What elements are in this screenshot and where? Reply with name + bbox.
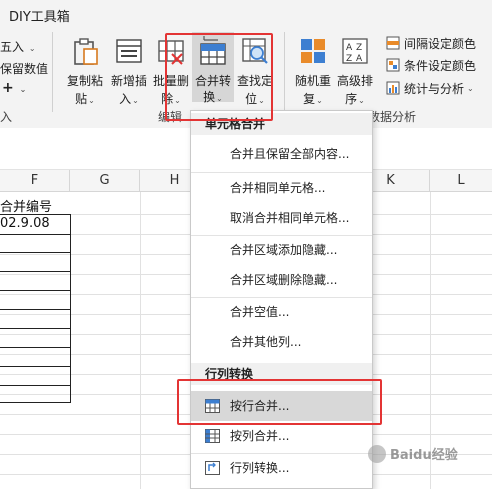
column-merge-icon [205, 429, 220, 443]
conditional-color-button[interactable]: 条件设定颜色 [386, 56, 476, 74]
column-header-f[interactable]: F [0, 170, 70, 192]
menu-item-merge-by-row[interactable]: 按行合并... [191, 391, 372, 421]
random-squares-icon [301, 39, 325, 63]
random-repeat-label-2: 复⌄ [303, 92, 323, 106]
delete-grid-icon [158, 40, 184, 65]
merge-cells-icon [200, 36, 226, 65]
plus-button[interactable]: + ⌄ [2, 80, 26, 96]
column-header-l[interactable]: L [430, 170, 492, 192]
batch-delete-button[interactable]: 批量删 除⌄ [150, 36, 192, 106]
menu-item-merge-add-hidden[interactable]: 合并区域添加隐藏... [191, 235, 372, 265]
add-insert-button[interactable]: 新增插 入⌄ [108, 36, 150, 106]
add-insert-label-2: 入⌄ [119, 92, 139, 106]
copy-paste-button[interactable]: 复制粘 贴⌄ [64, 36, 106, 106]
merge-convert-label-2: 换⌄ [203, 90, 223, 104]
random-repeat-button[interactable]: 随机重 复⌄ [292, 36, 334, 106]
ribbon: DIY工具箱 五入 ⌄ 保留数值 + ⌄ 入 复制粘 贴⌄ 新增插 入⌄ 批量删… [0, 0, 492, 128]
group-edit-label: 编辑 [158, 110, 183, 124]
ribbon-tab-title[interactable]: DIY工具箱 [9, 6, 70, 25]
menu-item-merge-by-column[interactable]: 按列合并... [191, 421, 372, 451]
svg-text:Z: Z [346, 54, 352, 64]
svg-text:A: A [356, 54, 363, 64]
interval-color-button[interactable]: 间隔设定颜色 [386, 34, 476, 52]
advanced-sort-label-2: 序⌄ [345, 92, 365, 106]
transpose-icon [205, 461, 220, 475]
interval-color-icon [386, 36, 400, 50]
merge-convert-label-1: 合并转 [194, 74, 231, 88]
row-merge-icon [205, 399, 220, 413]
sort-az-icon: A Z Z A [342, 38, 368, 64]
copy-paste-label-1: 复制粘 [66, 74, 103, 88]
section-row-col-convert: 行列转换 [191, 363, 372, 385]
cell-f-value[interactable]: 02.9.08 [0, 216, 50, 231]
watermark: Baidu经验 [368, 444, 458, 463]
stats-icon [386, 81, 400, 95]
clipboard-icon [74, 38, 98, 65]
menu-item-transpose[interactable]: 行列转换... [191, 453, 372, 483]
find-locate-button[interactable]: 查找定 位⌄ [234, 36, 276, 106]
menu-item-merge-empty[interactable]: 合并空值... [191, 297, 372, 327]
batch-delete-label-2: 除⌄ [161, 92, 181, 106]
menu-item-merge-same[interactable]: 合并相同单元格... [191, 173, 372, 203]
baidu-paw-icon [368, 444, 386, 463]
find-icon [242, 38, 268, 64]
insert-rows-icon [116, 39, 142, 63]
menu-item-merge-keep-all[interactable]: 合并且保留全部内容... [191, 139, 372, 169]
svg-text:A: A [346, 43, 353, 53]
group-separator [284, 32, 285, 112]
stats-analysis-button[interactable]: 统计与分析 ⌄ [386, 79, 474, 97]
copy-paste-label-2: 贴⌄ [75, 92, 95, 106]
round-button[interactable]: 五入 ⌄ [0, 38, 36, 55]
find-locate-label-2: 位⌄ [245, 92, 265, 106]
left-group-label: 入 [0, 110, 13, 124]
conditional-color-icon [386, 58, 400, 72]
merge-convert-dropdown: 单元格合并 合并且保留全部内容... 合并相同单元格... 取消合并相同单元格.… [190, 110, 373, 489]
f-table-border [0, 214, 71, 403]
random-repeat-label-1: 随机重 [294, 74, 331, 88]
merge-convert-button[interactable]: 合并转 换⌄ [192, 32, 234, 104]
menu-item-unmerge-same[interactable]: 取消合并相同单元格... [191, 203, 372, 233]
menu-item-merge-other-cols[interactable]: 合并其他列... [191, 327, 372, 357]
advanced-sort-button[interactable]: A Z Z A 高级排 序⌄ [334, 36, 376, 106]
keep-value-button[interactable]: 保留数值 [0, 60, 48, 77]
column-header-g[interactable]: G [70, 170, 140, 192]
advanced-sort-label-1: 高级排 [336, 74, 373, 88]
menu-item-merge-remove-hidden[interactable]: 合并区域删除隐藏... [191, 265, 372, 295]
section-cell-merge: 单元格合并 [191, 113, 372, 135]
cell-f-header[interactable]: 合并编号 [0, 196, 52, 215]
find-locate-label-1: 查找定 [236, 74, 273, 88]
batch-delete-label-1: 批量删 [152, 74, 189, 88]
svg-text:Z: Z [356, 43, 362, 53]
group-separator [52, 32, 53, 112]
add-insert-label-1: 新增插 [110, 74, 147, 88]
group-data-label: 数据分析 [368, 110, 417, 124]
